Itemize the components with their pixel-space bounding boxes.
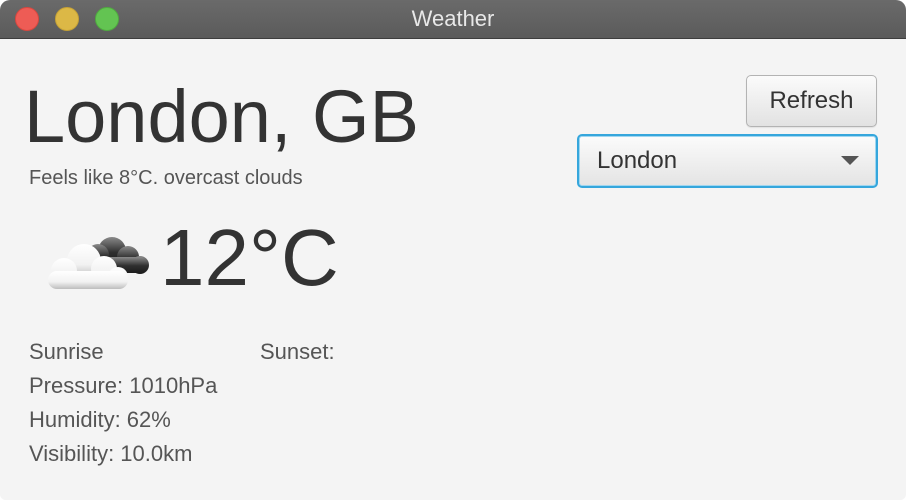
title-bar[interactable]: Weather (0, 0, 906, 39)
city-name: London, GB (24, 75, 419, 158)
current-temperature: 12°C (160, 213, 339, 302)
sunrise-label: Sunrise (29, 339, 104, 364)
city-select-value: London (597, 147, 678, 174)
pressure-label: Pressure: 1010hPa (29, 373, 218, 398)
sunset-label: Sunset: (260, 339, 335, 364)
window-title: Weather (411, 6, 495, 31)
chevron-down-icon[interactable] (841, 156, 859, 165)
weather-window: Weather London, GB Feels like 8°C. overc… (0, 0, 906, 500)
feels-like-summary: Feels like 8°C. overcast clouds (29, 167, 303, 189)
overcast-clouds-icon (40, 227, 154, 293)
humidity-label: Humidity: 62% (29, 407, 171, 432)
city-select-dropdown[interactable]: London (577, 134, 878, 188)
visibility-label: Visibility: 10.0km (29, 441, 193, 466)
main-content: London, GB Feels like 8°C. overcast clou… (0, 39, 906, 500)
refresh-button[interactable]: Refresh (746, 75, 877, 127)
